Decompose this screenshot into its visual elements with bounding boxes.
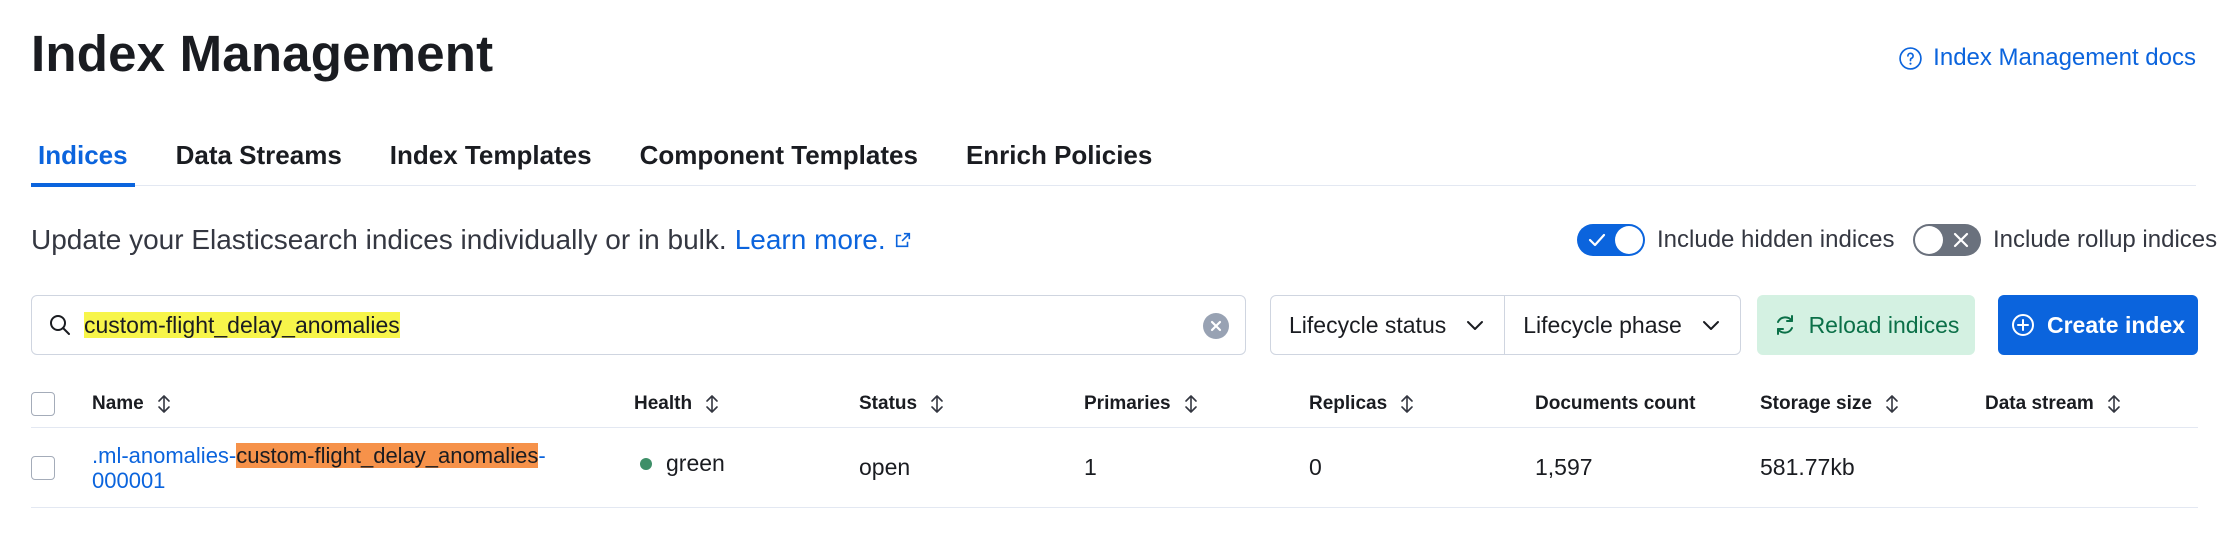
include-hidden-label: Include hidden indices (1657, 226, 1895, 253)
create-index-label: Create index (2046, 311, 2186, 338)
column-header-label: Data stream (1985, 392, 2094, 414)
include-hidden-switch[interactable] (1577, 224, 1645, 256)
lifecycle-filter-group: Lifecycle status Lifecycle phase (1270, 295, 1741, 355)
column-header-health[interactable]: Health (634, 380, 720, 427)
sort-icon (2107, 394, 2120, 413)
switch-knob (1615, 226, 1643, 254)
tab-component-templates[interactable]: Component Templates (633, 134, 925, 186)
sort-icon (706, 394, 718, 413)
sort-icon (1184, 394, 1197, 413)
lifecycle-phase-label: Lifecycle phase (1523, 311, 1682, 338)
health-cell: green (640, 424, 725, 503)
plus-in-circle-icon (2011, 314, 2034, 336)
tab-indices[interactable]: Indices (31, 134, 135, 187)
status-cell: open (859, 454, 911, 480)
index-name-link[interactable]: .ml-anomalies-custom-flight_delay_anomal… (92, 442, 546, 493)
lifecycle-status-label: Lifecycle status (1289, 311, 1447, 338)
learn-more-link[interactable]: Learn more. (735, 224, 886, 256)
column-header-storage-size[interactable]: Storage size (1760, 380, 1900, 427)
chevron-down-icon (1702, 321, 1719, 330)
index-name-cell: .ml-anomalies-custom-flight_delay_anomal… (92, 428, 612, 507)
index-name-suffix: - (538, 442, 546, 468)
column-header-label: Storage size (1760, 392, 1872, 414)
replicas-cell: 0 (1309, 454, 1322, 480)
column-header-name[interactable]: Name (92, 380, 172, 427)
column-header-replicas[interactable]: Replicas (1309, 380, 1415, 427)
column-header-label: Name (92, 392, 144, 414)
index-management-docs-link[interactable]: Index Management docs (1898, 44, 2196, 72)
health-value: green (666, 450, 725, 476)
include-rollup-label: Include rollup indices (1993, 226, 2218, 253)
cross-icon (1953, 232, 1969, 248)
index-name-highlight: custom-flight_delay_anomalies (236, 442, 539, 468)
search-field[interactable]: custom-flight_delay_anomalies (31, 295, 1246, 355)
column-header-data-stream[interactable]: Data stream (1985, 380, 2122, 427)
column-header-label: Primaries (1084, 392, 1171, 414)
docs-link-label: Index Management docs (1933, 44, 2196, 71)
column-header-label: Health (634, 392, 693, 414)
index-name-line2: 000001 (92, 467, 166, 493)
tab-bar: Indices Data Streams Index Templates Com… (31, 134, 2196, 187)
lifecycle-phase-filter[interactable]: Lifecycle phase (1504, 296, 1740, 354)
include-rollup-switch[interactable] (1913, 224, 1981, 256)
table-header: Name Health Status Primaries Replicas Do… (31, 380, 2198, 428)
documents-count-cell: 1,597 (1535, 454, 1593, 480)
tab-data-streams[interactable]: Data Streams (169, 134, 349, 186)
column-header-label: Replicas (1309, 392, 1388, 414)
sort-icon (1401, 394, 1413, 413)
table-row: .ml-anomalies-custom-flight_delay_anomal… (31, 428, 2198, 508)
include-rollup-toggle-group: Include rollup indices (1913, 224, 2217, 256)
primaries-cell: 1 (1084, 454, 1097, 480)
create-index-button[interactable]: Create index (1998, 295, 2198, 355)
lifecycle-status-filter[interactable]: Lifecycle status (1271, 296, 1504, 354)
column-header-primaries[interactable]: Primaries (1084, 380, 1199, 427)
tab-index-templates[interactable]: Index Templates (383, 134, 599, 186)
page-description: Update your Elasticsearch indices indivi… (31, 224, 912, 256)
clear-icon (1210, 320, 1222, 332)
switch-knob (1915, 226, 1943, 254)
help-icon (1899, 46, 1922, 70)
refresh-icon (1776, 315, 1793, 335)
external-link-icon (895, 232, 910, 248)
sort-icon (157, 394, 170, 413)
reload-indices-button[interactable]: Reload indices (1757, 295, 1975, 355)
search-icon (50, 315, 70, 335)
column-header-status[interactable]: Status (859, 380, 945, 427)
column-header-label: Documents count (1535, 392, 1696, 414)
chevron-down-icon (1467, 321, 1484, 330)
select-all-checkbox[interactable] (31, 391, 55, 416)
column-header-label: Status (859, 392, 918, 414)
sort-icon (931, 394, 943, 413)
row-select-cell (31, 428, 55, 507)
reload-indices-label: Reload indices (1808, 311, 1960, 338)
page-title: Index Management (31, 25, 494, 82)
select-all-cell (31, 380, 55, 427)
description-text: Update your Elasticsearch indices indivi… (31, 224, 727, 255)
health-status-dot (640, 457, 652, 470)
clear-search-button[interactable] (1203, 313, 1229, 339)
search-value-highlight: custom-flight_delay_anomalies (84, 311, 400, 338)
include-hidden-toggle-group: Include hidden indices (1577, 224, 1895, 256)
check-icon (1588, 233, 1606, 247)
search-input[interactable]: custom-flight_delay_anomalies (84, 311, 400, 339)
tab-enrich-policies[interactable]: Enrich Policies (959, 134, 1159, 186)
sort-icon (1886, 394, 1898, 413)
index-name-prefix: .ml-anomalies- (92, 442, 237, 468)
storage-size-cell: 581.77kb (1760, 454, 1855, 480)
row-checkbox[interactable] (31, 455, 55, 480)
indices-table: Name Health Status Primaries Replicas Do… (31, 380, 2198, 508)
column-header-documents-count: Documents count (1535, 380, 1695, 427)
